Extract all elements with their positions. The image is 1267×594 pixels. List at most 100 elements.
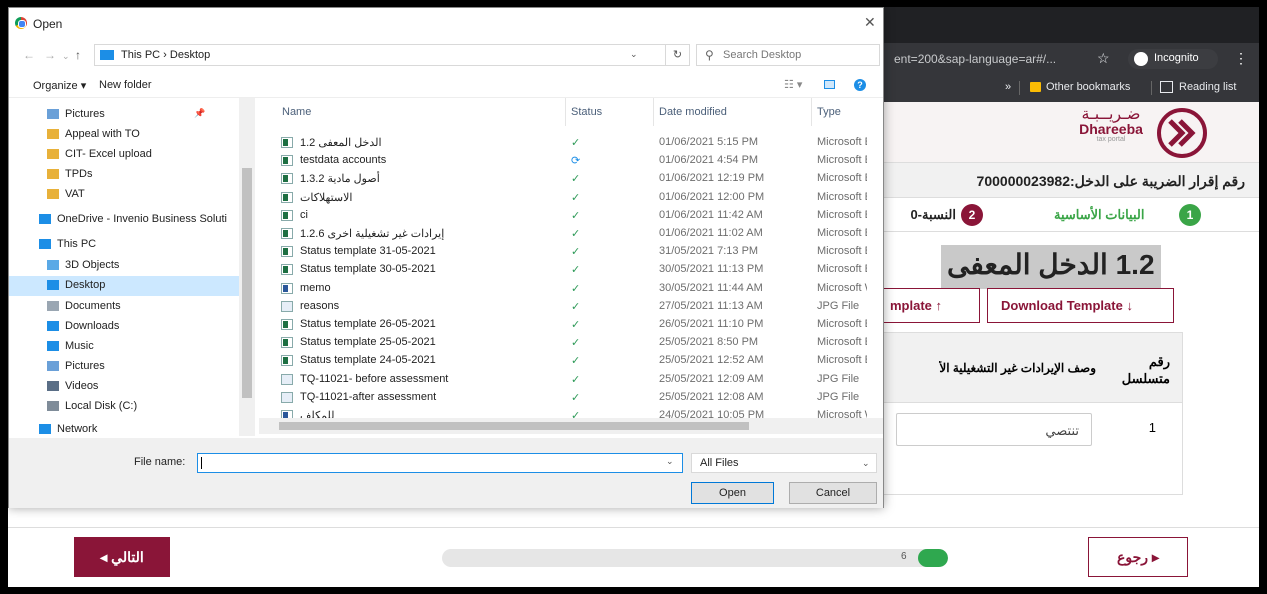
files-horizontal-scrollbar[interactable] [259,418,883,434]
chevron-down-icon[interactable]: ⌄ [630,49,638,60]
close-icon[interactable]: ✕ [864,14,876,31]
next-button[interactable]: التالي ◂ [74,537,170,577]
cancel-button[interactable]: Cancel [789,482,877,504]
forward-arrow-icon[interactable]: → [44,48,56,62]
browser-titlebar: ● — ▢ ✕ [884,7,1259,43]
incognito-label: Incognito [1154,52,1199,64]
nav-scrollbar-thumb[interactable] [242,168,252,398]
file-row[interactable]: Status template 30-05-2021 ✓ 30/05/2021 11… [259,261,867,279]
incognito-badge[interactable]: Incognito [1128,49,1218,69]
new-folder-button[interactable]: New folder [99,79,152,91]
file-row[interactable]: Status template 26-05-2021 ✓ 26/05/2021 11… [259,316,867,334]
nav-item[interactable]: Downloads [9,317,239,337]
pictures-icon [47,361,59,371]
nav-item[interactable]: OneDrive - Invenio Business Soluti [9,210,239,230]
nav-scrollbar[interactable] [239,98,255,436]
file-type-select[interactable]: All Files ⌄ [691,453,877,473]
bookmarks-chevron-icon[interactable]: » [1005,81,1011,93]
file-row[interactable]: الاستهلاكات ✓ 01/06/2021 12:00 PM Microsoft… [259,189,867,207]
file-row[interactable]: reasons ✓ 27/05/2021 11:13 AM JPG File [259,298,867,316]
excel-file-icon [281,173,293,185]
step1-circle[interactable]: 1 [1179,204,1201,226]
available-status-icon: ✓ [571,228,581,240]
excel-file-icon [281,264,293,276]
nav-item[interactable]: 3D Objects [9,256,239,276]
file-name: Status template 26-05-2021 [300,318,436,330]
file-row[interactable]: Status template 25-05-2021 ✓ 25/05/2021 8:… [259,334,867,352]
nav-item[interactable]: TPDs [9,165,239,185]
breadcrumb[interactable]: This PC › Desktop [121,49,210,61]
nav-item-label: Local Disk (C:) [65,400,138,412]
file-date: 01/06/2021 5:15 PM [659,136,759,148]
step2-label[interactable]: النسبة-0 [884,207,956,223]
organize-button[interactable]: Organize ▾ [33,79,86,92]
url-text[interactable]: ent=200&sap-language=ar#/... [894,52,1056,66]
col-date[interactable]: Date modified [659,106,727,118]
nav-item[interactable]: VAT [9,185,239,205]
address-bar[interactable]: This PC › Desktop ⌄ [94,44,666,66]
nav-item[interactable]: Local Disk (C:) [9,397,239,417]
star-icon[interactable]: ☆ [1097,50,1110,67]
nav-item[interactable]: Music [9,337,239,357]
nav-item[interactable]: Appeal with TO [9,125,239,145]
excel-file-icon [281,355,293,367]
incognito-icon [1134,52,1148,66]
back-arrow-icon[interactable]: ← [23,48,35,62]
file-type: JPG File [817,299,860,312]
file-row[interactable]: TQ-11021- before assessment ✓ 25/05/2021 1… [259,371,867,389]
file-date: 30/05/2021 11:13 PM [659,263,764,276]
nav-item[interactable]: Network [9,420,239,436]
file-row[interactable]: الدخل المعفى 1.2 ✓ 01/06/2021 5:15 PM Micro… [259,134,867,152]
files-horizontal-scrollbar-thumb[interactable] [279,422,749,430]
chevron-down-icon[interactable]: ⌄ [666,456,674,467]
file-row[interactable]: ci ✓ 01/06/2021 11:42 AM Microsoft Ex [259,207,867,225]
file-date: 25/05/2021 12:08 AM [659,390,764,403]
nav-item[interactable]: Pictures [9,357,239,377]
image-file-icon [281,300,293,312]
file-row[interactable]: memo ✓ 30/05/2021 11:44 AM Microsoft W [259,280,867,298]
step1-label[interactable]: البيانات الأساسية [1054,207,1144,223]
nav-item[interactable]: Pictures 📌 [9,105,239,125]
refresh-icon[interactable]: ↻ [666,44,690,66]
file-row[interactable]: Status template 24-05-2021 ✓ 25/05/2021 12… [259,352,867,370]
other-bookmarks[interactable]: Other bookmarks [1046,81,1130,93]
nav-item[interactable]: Videos [9,377,239,397]
col-type[interactable]: Type [817,106,841,118]
back-label: رجوع [1117,549,1149,565]
description-input[interactable]: تنتصي [896,413,1092,446]
nav-item[interactable]: This PC [9,235,239,255]
file-row[interactable]: إيرادات غير تشغيلية اخرى 1.2.6 ✓ 01/06/202… [259,225,867,243]
help-icon[interactable]: ? [854,79,866,91]
step2-circle[interactable]: 2 [961,204,983,226]
screen: ● — ▢ ✕ ent=200&sap-language=ar#/... ☆ I… [8,7,1259,587]
upload-template-button[interactable]: mplate ↑ [884,288,980,323]
open-button[interactable]: Open [691,482,774,504]
col-status[interactable]: Status [571,106,602,118]
preview-pane-icon[interactable] [824,80,835,89]
download-template-button[interactable]: Download Template ↓ [987,288,1174,323]
browser-menu-icon[interactable]: ⋮ [1234,50,1248,67]
folder-icon [1030,82,1041,92]
reading-list[interactable]: Reading list [1179,81,1236,93]
nav-item[interactable]: Desktop [9,276,239,296]
file-row[interactable]: TQ-11021-after assessment ✓ 25/05/2021 12:… [259,389,867,407]
file-row[interactable]: testdata accounts ⟳ 01/06/2021 4:54 PM Micr… [259,152,867,170]
nav-item-label: OneDrive - Invenio Business Soluti [57,213,227,225]
file-row[interactable]: أصول مادية 1.3.2 ✓ 01/06/2021 12:19 PM Micr… [259,170,867,188]
file-row[interactable]: Status template 31-05-2021 ✓ 31/05/2021 7:… [259,243,867,261]
file-name-input[interactable] [197,453,683,473]
file-date: 25/05/2021 12:09 AM [659,372,764,385]
view-options-icon[interactable]: ☷ ▾ [784,78,802,91]
up-arrow-icon[interactable]: ↑ [75,48,81,62]
excel-file-icon [281,137,293,148]
col-name[interactable]: Name [282,106,311,118]
folder-icon [47,189,59,199]
nav-item[interactable]: Documents [9,297,239,317]
recent-locations-icon[interactable]: ⌄ [62,51,70,62]
file-type: JPG File [817,372,860,385]
search-input[interactable]: ⚲ Search Desktop [696,44,880,66]
desktop-icon [47,280,59,290]
excel-file-icon [281,228,293,239]
nav-item[interactable]: CIT- Excel upload [9,145,239,165]
back-button[interactable]: ▸ رجوع [1088,537,1188,577]
